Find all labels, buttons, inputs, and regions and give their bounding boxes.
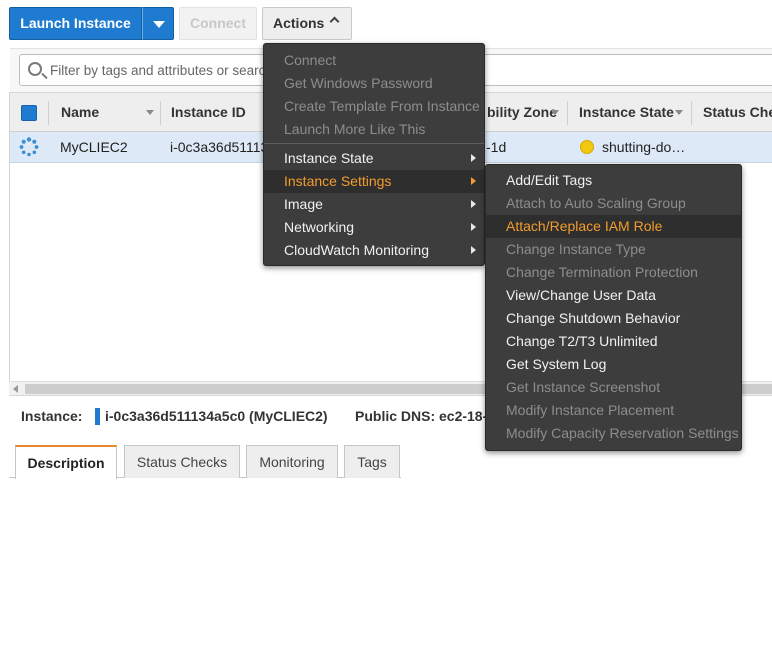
menu-item-label: Instance State <box>284 150 374 166</box>
menu-item-image[interactable]: Image <box>264 193 484 216</box>
actions-menu: Connect Get Windows Password Create Temp… <box>263 43 485 266</box>
menu-item-get-instance-screenshot: Get Instance Screenshot <box>506 379 661 395</box>
menu-item-label: Networking <box>284 219 355 235</box>
menu-item-label: Image <box>284 196 323 212</box>
submenu-arrow-icon <box>471 223 476 231</box>
actions-button[interactable]: Actions <box>262 7 352 40</box>
menu-item-get-system-log[interactable]: Get System Log <box>486 353 741 376</box>
sort-caret-icon[interactable] <box>146 110 154 115</box>
column-divider <box>48 101 49 125</box>
sort-caret-icon[interactable] <box>551 110 559 115</box>
menu-item-connect: Connect <box>284 52 337 68</box>
tab-tags[interactable]: Tags <box>344 445 400 478</box>
cell-instance-state: shutting-do… <box>602 139 686 155</box>
menu-item-cloudwatch-monitoring[interactable]: CloudWatch Monitoring <box>264 239 484 262</box>
column-divider <box>160 101 161 125</box>
column-header-status-checks[interactable]: Status Che <box>703 93 772 132</box>
instance-value: i-0c3a36d511134a5c0 (MyCLIEC2) <box>105 408 328 424</box>
instance-settings-submenu: Add/Edit Tags Attach to Auto Scaling Gro… <box>485 164 742 451</box>
menu-item-change-termination-protection: Change Termination Protection <box>506 264 698 280</box>
menu-divider <box>264 143 484 144</box>
column-header-name[interactable]: Name <box>61 93 99 132</box>
menu-item-attach-auto-scaling: Attach to Auto Scaling Group <box>506 195 686 211</box>
scroll-left-icon[interactable] <box>13 385 18 393</box>
menu-item-modify-instance-placement: Modify Instance Placement <box>506 402 675 418</box>
menu-item-attach-replace-iam-role[interactable]: Attach/Replace IAM Role <box>486 215 741 238</box>
column-header-instance-id[interactable]: Instance ID <box>171 93 246 132</box>
column-header-availability-zone[interactable]: bility Zone <box>487 93 557 132</box>
submenu-arrow-icon <box>471 177 476 185</box>
cell-availability-zone: -1d <box>486 139 507 155</box>
select-all-checkbox[interactable] <box>21 105 37 121</box>
launch-instance-button[interactable]: Launch Instance <box>9 7 142 40</box>
submenu-arrow-icon <box>471 154 476 162</box>
menu-item-create-template: Create Template From Instance <box>284 98 480 114</box>
column-divider <box>567 101 568 125</box>
launch-options-dropdown-button[interactable] <box>142 7 174 40</box>
submenu-arrow-icon <box>471 246 476 254</box>
menu-item-instance-state[interactable]: Instance State <box>264 147 484 170</box>
submenu-arrow-icon <box>471 200 476 208</box>
chevron-up-icon <box>329 16 340 27</box>
menu-item-get-windows-password: Get Windows Password <box>284 75 433 91</box>
tab-status-checks[interactable]: Status Checks <box>124 445 240 478</box>
column-divider <box>691 101 692 125</box>
menu-item-networking[interactable]: Networking <box>264 216 484 239</box>
cell-instance-id: i-0c3a36d51113 <box>170 139 269 155</box>
actions-label: Actions <box>273 15 325 31</box>
menu-item-launch-more-like-this: Launch More Like This <box>284 121 426 137</box>
instance-label: Instance: <box>21 408 83 424</box>
menu-item-change-shutdown-behavior[interactable]: Change Shutdown Behavior <box>486 307 741 330</box>
search-icon <box>28 62 42 76</box>
tab-monitoring[interactable]: Monitoring <box>246 445 338 478</box>
menu-item-add-edit-tags[interactable]: Add/Edit Tags <box>486 169 741 192</box>
column-header-instance-state[interactable]: Instance State <box>579 93 674 132</box>
state-indicator-icon <box>580 140 594 154</box>
public-dns-label: Public DNS: <box>355 408 436 424</box>
menu-item-label: CloudWatch Monitoring <box>284 242 429 258</box>
menu-item-modify-capacity-reservation: Modify Capacity Reservation Settings <box>506 425 739 441</box>
sort-caret-icon[interactable] <box>675 110 683 115</box>
instance-marker <box>95 408 100 425</box>
menu-item-label: Instance Settings <box>284 173 392 189</box>
spinner-icon <box>19 137 39 157</box>
menu-item-instance-settings[interactable]: Instance Settings <box>264 170 484 193</box>
menu-item-change-instance-type: Change Instance Type <box>506 241 646 257</box>
connect-button: Connect <box>179 7 257 40</box>
menu-item-view-change-user-data[interactable]: View/Change User Data <box>486 284 741 307</box>
tab-description[interactable]: Description <box>15 445 117 479</box>
cell-name: MyCLIEC2 <box>60 139 128 155</box>
menu-item-change-t2-t3-unlimited[interactable]: Change T2/T3 Unlimited <box>486 330 741 353</box>
